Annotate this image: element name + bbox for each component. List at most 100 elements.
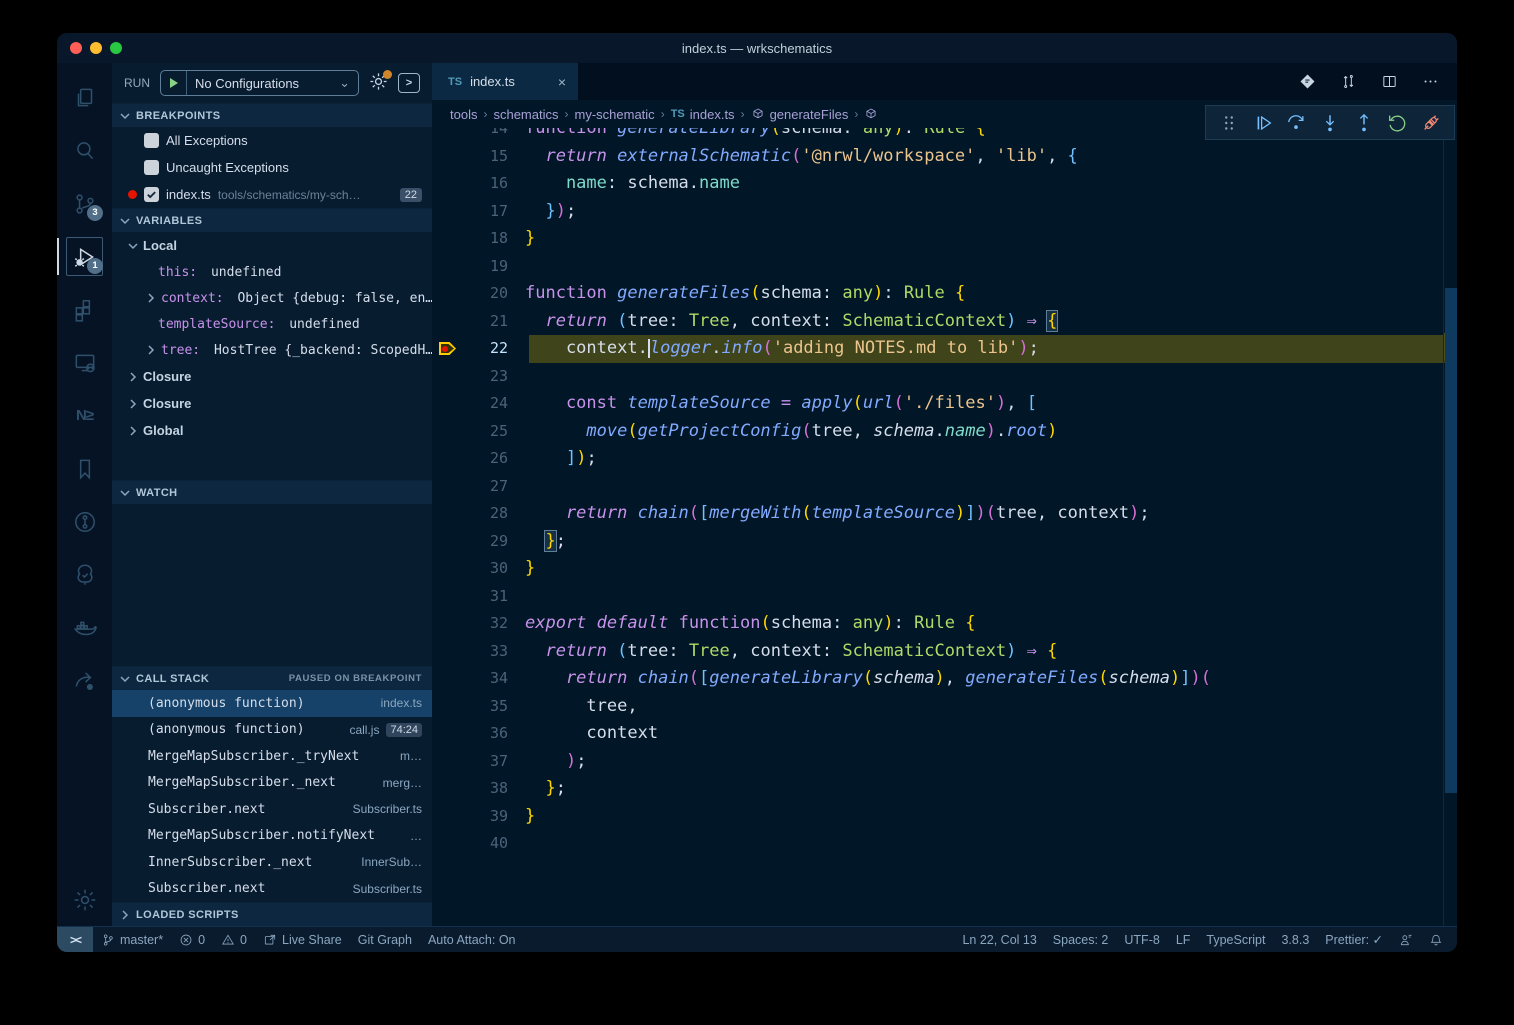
call-stack-frame[interactable]: Subscriber.nextSubscriber.ts xyxy=(112,796,432,823)
gutter[interactable] xyxy=(432,638,462,666)
gutter[interactable] xyxy=(432,308,462,336)
activity-item-nx-console[interactable]: N≥ xyxy=(57,389,112,442)
gutter[interactable] xyxy=(432,225,462,253)
launch-configuration-dropdown[interactable]: No Configurations ⌄ xyxy=(160,70,359,96)
breakpoint-row[interactable]: All Exceptions xyxy=(112,127,432,154)
code-viewport[interactable]: 14function generateLibrary(schema: any):… xyxy=(432,128,1457,926)
status-language-mode[interactable]: TypeScript xyxy=(1198,927,1273,952)
status-warnings[interactable]: 0 xyxy=(213,927,255,952)
call-stack-frame[interactable]: MergeMapSubscriber._tryNextm… xyxy=(112,743,432,770)
activity-item-explorer[interactable] xyxy=(57,71,112,124)
gutter[interactable] xyxy=(432,170,462,198)
call-stack-frame[interactable]: (anonymous function)call.js74:24 xyxy=(112,717,432,744)
gutter[interactable] xyxy=(432,775,462,803)
breakpoint-row[interactable]: index.tstools/schematics/my-sch…22 xyxy=(112,181,432,208)
minimize-window-button[interactable] xyxy=(90,42,102,54)
breakpoint-checkbox[interactable] xyxy=(144,133,159,148)
toolbar-grip-handle[interactable] xyxy=(1216,110,1242,136)
breakpoint-checkbox[interactable] xyxy=(144,160,159,175)
status-feedback[interactable] xyxy=(1391,927,1421,952)
variable-row[interactable]: tree: HostTree {_backend: ScopedH… xyxy=(112,337,432,363)
format-document-button[interactable] xyxy=(1299,73,1316,90)
gutter[interactable] xyxy=(432,720,462,748)
start-debugging-button[interactable] xyxy=(161,71,187,95)
variable-row[interactable]: context: Object {debug: false, en… xyxy=(112,285,432,311)
activity-item-gitlens[interactable] xyxy=(57,495,112,548)
close-window-button[interactable] xyxy=(70,42,82,54)
activity-item-testing[interactable] xyxy=(57,548,112,601)
call-stack-frame[interactable]: InnerSubscriber._nextInnerSub… xyxy=(112,849,432,876)
gutter[interactable] xyxy=(432,335,462,363)
status-indentation[interactable]: Spaces: 2 xyxy=(1045,927,1117,952)
status-git-branch[interactable]: master* xyxy=(93,927,171,952)
breadcrumb-item[interactable]: TSindex.ts xyxy=(671,107,735,122)
disconnect-button[interactable] xyxy=(1418,110,1444,136)
scrollbar-slider[interactable] xyxy=(1445,288,1457,793)
gutter[interactable] xyxy=(432,693,462,721)
status-live-share[interactable]: Live Share xyxy=(255,927,350,952)
activity-item-docker[interactable] xyxy=(57,601,112,654)
gutter[interactable] xyxy=(432,803,462,831)
step-into-button[interactable] xyxy=(1317,110,1343,136)
gutter[interactable] xyxy=(432,610,462,638)
breadcrumb-item[interactable] xyxy=(864,107,883,121)
variable-scope-closure[interactable]: Closure xyxy=(112,363,432,390)
gutter[interactable] xyxy=(432,583,462,611)
variable-scope-global[interactable]: Global xyxy=(112,417,432,444)
variable-row[interactable]: templateSource: undefined xyxy=(112,311,432,337)
more-actions-button[interactable] xyxy=(1422,73,1439,90)
gutter[interactable] xyxy=(432,500,462,528)
call-stack-frame[interactable]: MergeMapSubscriber.notifyNext… xyxy=(112,823,432,850)
compare-changes-button[interactable] xyxy=(1340,73,1357,90)
gutter[interactable] xyxy=(432,473,462,501)
status-cursor-position[interactable]: Ln 22, Col 13 xyxy=(954,927,1044,952)
status-notifications[interactable] xyxy=(1421,927,1451,952)
variable-scope-local[interactable]: Local xyxy=(112,232,432,259)
activity-item-search[interactable] xyxy=(57,124,112,177)
gutter[interactable] xyxy=(432,748,462,776)
gutter[interactable] xyxy=(432,198,462,226)
status-encoding[interactable]: UTF-8 xyxy=(1116,927,1167,952)
call-stack-frame[interactable]: (anonymous function)index.ts xyxy=(112,690,432,717)
watch-section-header[interactable]: WATCH xyxy=(112,480,432,504)
activity-item-live-share[interactable] xyxy=(57,654,112,707)
gutter[interactable] xyxy=(432,363,462,391)
status-auto-attach[interactable]: Auto Attach: On xyxy=(420,927,524,952)
breadcrumb-item[interactable]: schematics xyxy=(493,107,558,122)
gutter[interactable] xyxy=(432,665,462,693)
tab-index-ts[interactable]: TS index.ts × xyxy=(432,63,578,100)
gutter[interactable] xyxy=(432,555,462,583)
variables-section-header[interactable]: VARIABLES xyxy=(112,208,432,232)
gutter[interactable] xyxy=(432,445,462,473)
call-stack-frame[interactable]: Subscriber.nextSubscriber.ts xyxy=(112,876,432,903)
status-remote-indicator[interactable]: >< xyxy=(57,927,93,952)
activity-item-source-control[interactable]: 3 xyxy=(57,177,112,230)
activity-item-remote-explorer[interactable] xyxy=(57,336,112,389)
loaded-scripts-section-header[interactable]: LOADED SCRIPTS xyxy=(112,902,432,926)
activity-item-extensions[interactable] xyxy=(57,283,112,336)
gutter[interactable] xyxy=(432,418,462,446)
status-ts-version[interactable]: 3.8.3 xyxy=(1273,927,1317,952)
gutter[interactable] xyxy=(432,280,462,308)
restart-button[interactable] xyxy=(1384,110,1410,136)
continue-button[interactable] xyxy=(1250,110,1276,136)
activity-item-manage[interactable] xyxy=(57,873,112,926)
call-stack-section-header[interactable]: CALL STACK PAUSED ON BREAKPOINT xyxy=(112,666,432,690)
breakpoint-checkbox[interactable] xyxy=(144,187,159,202)
close-tab-icon[interactable]: × xyxy=(558,74,566,90)
zoom-window-button[interactable] xyxy=(110,42,122,54)
breadcrumb-item[interactable]: generateFiles xyxy=(751,107,849,122)
breakpoint-row[interactable]: Uncaught Exceptions xyxy=(112,154,432,181)
gutter[interactable] xyxy=(432,528,462,556)
step-out-button[interactable] xyxy=(1351,110,1377,136)
status-errors[interactable]: 0 xyxy=(171,927,213,952)
configure-launch-json-button[interactable] xyxy=(369,72,388,94)
gutter[interactable] xyxy=(432,253,462,281)
breadcrumb-item[interactable]: tools xyxy=(450,107,477,122)
variable-scope-closure[interactable]: Closure xyxy=(112,390,432,417)
gutter[interactable] xyxy=(432,143,462,171)
debug-console-button[interactable]: > xyxy=(398,73,420,93)
gutter[interactable] xyxy=(432,128,462,143)
gutter[interactable] xyxy=(432,390,462,418)
gutter[interactable] xyxy=(432,830,462,858)
